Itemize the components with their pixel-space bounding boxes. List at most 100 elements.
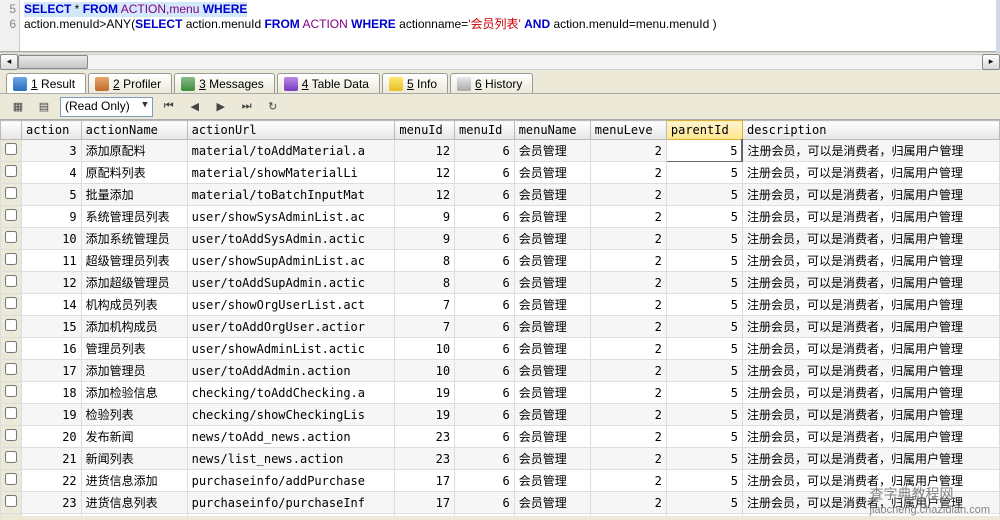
cell-action[interactable]: 19	[22, 404, 82, 426]
row-checkbox[interactable]	[5, 363, 17, 375]
column-header-actionname[interactable]: actionName	[81, 121, 187, 140]
cell-description[interactable]: 注册会员，可以是消费者，归属用户管理	[742, 360, 999, 382]
cell-parentId[interactable]: 5	[666, 360, 742, 382]
cell-actionUrl[interactable]: news/toAdd_news.action	[187, 426, 395, 448]
sql-code[interactable]: SELECT * FROM ACTION,menu WHERE action.m…	[20, 0, 1000, 51]
cell-action[interactable]: 21	[22, 448, 82, 470]
cell-menuName[interactable]: 会员管理	[514, 206, 590, 228]
scroll-thumb[interactable]	[18, 55, 88, 69]
row-checkbox[interactable]	[5, 275, 17, 287]
column-header-description[interactable]: description	[742, 121, 999, 140]
table-row[interactable]: 10添加系统管理员user/toAddSysAdmin.actic96会员管理2…	[1, 228, 1000, 250]
row-checkbox[interactable]	[5, 451, 17, 463]
cell-actionUrl[interactable]: checking/showCheckingLis	[187, 404, 395, 426]
cell-actionName[interactable]: 超级管理员列表	[81, 250, 187, 272]
cell-action[interactable]: 11	[22, 250, 82, 272]
tab-history[interactable]: 6 History	[450, 73, 533, 93]
row-checkbox[interactable]	[5, 253, 17, 265]
cell-parentId[interactable]: 5	[666, 184, 742, 206]
cell-menuName[interactable]: 会员管理	[514, 514, 590, 517]
column-header-actionurl[interactable]: actionUrl	[187, 121, 395, 140]
cell-action[interactable]: 3	[22, 140, 82, 162]
cell-menuName[interactable]: 会员管理	[514, 294, 590, 316]
cell-menuName[interactable]: 会员管理	[514, 228, 590, 250]
cell-parentId[interactable]: 5	[666, 338, 742, 360]
cell-menuId1[interactable]: 8	[395, 272, 455, 294]
cell-menuId1[interactable]: 9	[395, 206, 455, 228]
cell-action[interactable]: 20	[22, 426, 82, 448]
cell-description[interactable]: 注册会员，可以是消费者，归属用户管理	[742, 470, 999, 492]
cell-actionName[interactable]: 制定生产计划	[81, 514, 187, 517]
cell-menuLevel[interactable]: 2	[590, 140, 666, 162]
cell-actionUrl[interactable]: user/showOrgUserList.act	[187, 294, 395, 316]
cell-action[interactable]: 22	[22, 470, 82, 492]
column-header-parentid[interactable]: parentId	[666, 121, 742, 140]
table-row[interactable]: 20发布新闻news/toAdd_news.action236会员管理25注册会…	[1, 426, 1000, 448]
table-row[interactable]: 23进货信息列表purchaseinfo/purchaseInf176会员管理2…	[1, 492, 1000, 514]
cell-actionUrl[interactable]: material/showMaterialLi	[187, 162, 395, 184]
cell-menuId1[interactable]: 12	[395, 162, 455, 184]
cell-actionUrl[interactable]: productplan/addProductPl	[187, 514, 395, 517]
tab-info[interactable]: 5 Info	[382, 73, 448, 93]
cell-menuLevel[interactable]: 2	[590, 228, 666, 250]
cell-menuLevel[interactable]: 2	[590, 470, 666, 492]
next-button[interactable]: ▶	[211, 97, 231, 117]
table-row[interactable]: 3添加原配料material/toAddMaterial.a126会员管理25注…	[1, 140, 1000, 162]
cell-menuId1[interactable]: 12	[395, 140, 455, 162]
table-row[interactable]: 22进货信息添加purchaseinfo/addPurchase176会员管理2…	[1, 470, 1000, 492]
cell-menuLevel[interactable]: 2	[590, 492, 666, 514]
first-button[interactable]: ⏮	[159, 97, 179, 117]
cell-actionUrl[interactable]: material/toBatchInputMat	[187, 184, 395, 206]
cell-action[interactable]: 24	[22, 514, 82, 517]
cell-menuId2[interactable]: 6	[455, 404, 515, 426]
cell-action[interactable]: 18	[22, 382, 82, 404]
cell-parentId[interactable]: 5	[666, 514, 742, 517]
row-checkbox[interactable]	[5, 385, 17, 397]
cell-menuId2[interactable]: 6	[455, 470, 515, 492]
cell-actionName[interactable]: 添加管理员	[81, 360, 187, 382]
cell-description[interactable]: 注册会员，可以是消费者，归属用户管理	[742, 206, 999, 228]
cell-actionName[interactable]: 添加机构成员	[81, 316, 187, 338]
cell-menuLevel[interactable]: 2	[590, 382, 666, 404]
cell-actionName[interactable]: 进货信息列表	[81, 492, 187, 514]
cell-menuName[interactable]: 会员管理	[514, 382, 590, 404]
cell-parentId[interactable]: 5	[666, 272, 742, 294]
cell-action[interactable]: 17	[22, 360, 82, 382]
cell-description[interactable]: 注册会员，可以是消费者，归属用户管理	[742, 184, 999, 206]
tab-messages[interactable]: 3 Messages	[174, 73, 275, 93]
cell-menuId1[interactable]: 19	[395, 404, 455, 426]
read-mode-dropdown[interactable]: (Read Only)	[60, 97, 153, 117]
row-checkbox[interactable]	[5, 187, 17, 199]
table-row[interactable]: 16管理员列表user/showAdminList.actic106会员管理25…	[1, 338, 1000, 360]
cell-menuId1[interactable]: 10	[395, 338, 455, 360]
row-checkbox[interactable]	[5, 341, 17, 353]
table-row[interactable]: 21新闻列表news/list_news.action236会员管理25注册会员…	[1, 448, 1000, 470]
cell-action[interactable]: 15	[22, 316, 82, 338]
table-row[interactable]: 9系统管理员列表user/showSysAdminList.ac96会员管理25…	[1, 206, 1000, 228]
row-checkbox[interactable]	[5, 165, 17, 177]
cell-menuId2[interactable]: 6	[455, 140, 515, 162]
cell-actionName[interactable]: 机构成员列表	[81, 294, 187, 316]
cell-action[interactable]: 5	[22, 184, 82, 206]
table-row[interactable]: 12添加超级管理员user/toAddSupAdmin.actic86会员管理2…	[1, 272, 1000, 294]
cell-menuLevel[interactable]: 2	[590, 272, 666, 294]
cell-actionUrl[interactable]: material/toAddMaterial.a	[187, 140, 395, 162]
cell-parentId[interactable]: 5	[666, 382, 742, 404]
cell-menuName[interactable]: 会员管理	[514, 426, 590, 448]
cell-menuId1[interactable]: 23	[395, 426, 455, 448]
cell-action[interactable]: 16	[22, 338, 82, 360]
row-checkbox[interactable]	[5, 429, 17, 441]
cell-menuName[interactable]: 会员管理	[514, 140, 590, 162]
row-checkbox[interactable]	[5, 297, 17, 309]
table-row[interactable]: 15添加机构成员user/toAddOrgUser.actior76会员管理25…	[1, 316, 1000, 338]
last-button[interactable]: ⏭	[237, 97, 257, 117]
cell-actionName[interactable]: 系统管理员列表	[81, 206, 187, 228]
cell-description[interactable]: 注册会员，可以是消费者，归属用户管理	[742, 294, 999, 316]
cell-menuName[interactable]: 会员管理	[514, 470, 590, 492]
cell-menuName[interactable]: 会员管理	[514, 184, 590, 206]
cell-menuName[interactable]: 会员管理	[514, 250, 590, 272]
sql-editor[interactable]: 5 6 SELECT * FROM ACTION,menu WHERE acti…	[0, 0, 1000, 52]
cell-menuLevel[interactable]: 2	[590, 360, 666, 382]
cell-parentId[interactable]: 5	[666, 162, 742, 184]
table-row[interactable]: 14机构成员列表user/showOrgUserList.act76会员管理25…	[1, 294, 1000, 316]
